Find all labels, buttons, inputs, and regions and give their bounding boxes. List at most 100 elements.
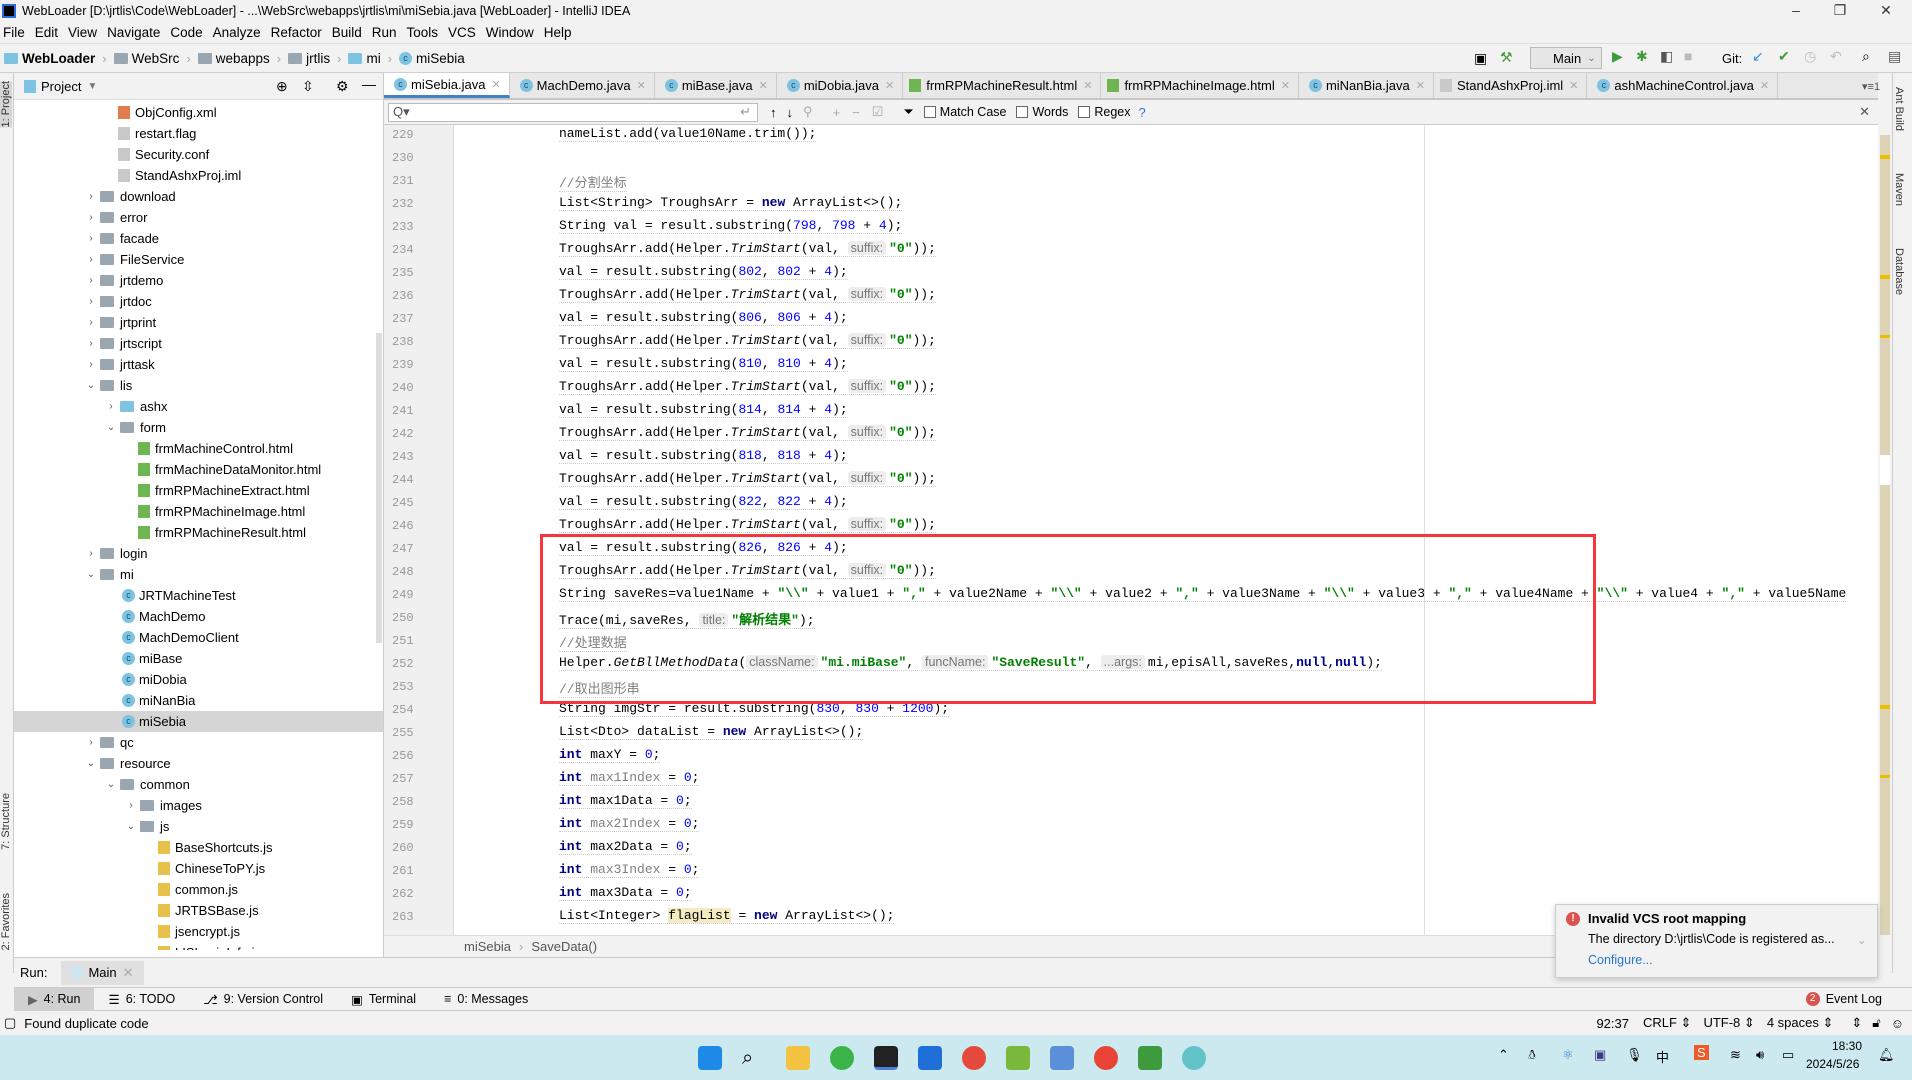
configure-link[interactable]: Configure... [1588, 953, 1867, 967]
tree-item[interactable]: Security.conf [14, 144, 383, 165]
collapse-all-icon[interactable]: ⇳ [302, 78, 314, 95]
chevron-down-icon[interactable]: ⌄ [84, 758, 98, 769]
wifi-icon[interactable]: ≋ [1730, 1047, 1741, 1063]
tool-terminal[interactable]: ▣ Terminal [337, 988, 430, 1011]
find-all-icon[interactable]: ⚲ [803, 104, 813, 120]
tree-item[interactable]: common.js [14, 879, 383, 900]
inspector-icon[interactable]: ☺ [1891, 1016, 1904, 1031]
editor-tab[interactable]: c MachDemo.java ✕ [510, 73, 655, 98]
editor-tab[interactable]: frmRPMachineImage.html ✕ [1101, 73, 1299, 98]
chevron-right-icon[interactable]: › [84, 317, 98, 328]
code-line[interactable]: val = result.substring(818, 818 + 4); [559, 448, 848, 464]
volume-icon[interactable]: 🔊︎ [1756, 1047, 1764, 1063]
chevron-down-icon[interactable]: ⌄ [104, 422, 118, 433]
code-line[interactable]: int max2Data = 0; [559, 839, 692, 855]
menu-edit[interactable]: Edit [32, 25, 65, 40]
chevron-down-icon[interactable]: ⌄ [124, 821, 138, 832]
add-selection-icon[interactable]: + [833, 105, 841, 120]
microphone-icon[interactable]: 🎙︎ [1626, 1047, 1643, 1063]
tree-item[interactable]: › jrttask [14, 354, 383, 375]
tree-item[interactable]: restart.flag [14, 123, 383, 144]
tree-item[interactable]: › jrtscript [14, 333, 383, 354]
menu-window[interactable]: Window [483, 25, 541, 40]
code-line[interactable]: int max1Data = 0; [559, 793, 692, 809]
code-line[interactable]: TroughsArr.add(Helper.TrimStart(val, suf… [559, 517, 936, 533]
project-view-select[interactable]: Project [41, 79, 81, 94]
chevron-right-icon[interactable]: › [84, 233, 98, 244]
database-side-tab[interactable]: Database [1893, 248, 1905, 295]
app-icon[interactable] [962, 1046, 986, 1070]
tray-app-icon[interactable]: ⚛ [1562, 1047, 1574, 1063]
chevron-right-icon[interactable]: › [104, 401, 118, 412]
tree-item[interactable]: c MachDemoClient [14, 627, 383, 648]
close-tab-icon[interactable]: ✕ [1760, 79, 1769, 92]
chevron-right-icon[interactable]: › [84, 296, 98, 307]
line-separator-select[interactable]: CRLF ⇕ [1643, 1015, 1691, 1031]
tray-overflow-icon[interactable]: ⌃ [1498, 1047, 1509, 1063]
tree-item[interactable]: › qc [14, 732, 383, 753]
code-editor[interactable]: 229 230 231 232 233 234 235 236 237 238 239 240 241 2… [384, 125, 1878, 935]
crumb-misebia[interactable]: c miSebia [395, 51, 465, 66]
chevron-right-icon[interactable]: › [84, 548, 98, 559]
maximize-button[interactable]: ❐ [1820, 2, 1860, 19]
tray-app-icon[interactable]: ▣ [1594, 1047, 1606, 1063]
tool-messages[interactable]: ≡ 0: Messages [430, 988, 542, 1011]
tree-item[interactable]: › jrtdoc [14, 291, 383, 312]
regex-help-link[interactable]: ? [1139, 105, 1146, 120]
file-explorer-icon[interactable] [786, 1046, 810, 1070]
editor-scrollbar[interactable] [1878, 125, 1892, 935]
sogou-icon[interactable]: S [1694, 1045, 1709, 1060]
revert-icon[interactable]: ↶ [1830, 48, 1842, 65]
next-occurrence-icon[interactable]: ↓ [787, 105, 794, 120]
tree-item[interactable]: frmRPMachineImage.html [14, 501, 383, 522]
tree-item[interactable]: › images [14, 795, 383, 816]
close-tab-icon[interactable]: ✕ [1416, 79, 1425, 92]
chevron-right-icon[interactable]: › [84, 275, 98, 286]
clock-time[interactable]: 18:30 [1832, 1039, 1862, 1053]
code-line[interactable]: int max3Index = 0; [559, 862, 700, 878]
tree-item[interactable]: ChineseToPY.js [14, 858, 383, 879]
project-side-tab[interactable]: 1: Project [0, 81, 12, 128]
tree-item[interactable]: LISLoginInfo.js [14, 942, 383, 950]
clock-date[interactable]: 2024/5/26 [1806, 1057, 1859, 1071]
words-checkbox[interactable]: Words [1016, 105, 1068, 119]
code-line[interactable]: int max1Index = 0; [559, 770, 700, 786]
code-line[interactable]: TroughsArr.add(Helper.TrimStart(val, suf… [559, 287, 936, 303]
code-line[interactable]: val = result.substring(814, 814 + 4); [559, 402, 848, 418]
previous-occurrence-icon[interactable]: ↑ [770, 105, 777, 120]
menu-navigate[interactable]: Navigate [104, 25, 167, 40]
menu-analyze[interactable]: Analyze [210, 25, 268, 40]
code-line[interactable]: val = result.substring(806, 806 + 4); [559, 310, 848, 326]
tab-list-icon[interactable]: ▾≡1 [1862, 80, 1880, 93]
tree-scrollbar[interactable] [376, 333, 382, 643]
store-icon[interactable] [918, 1046, 942, 1070]
regex-checkbox[interactable]: Regex [1078, 105, 1131, 119]
code-line[interactable]: val = result.substring(802, 802 + 4); [559, 264, 848, 280]
close-button[interactable]: ✕ [1866, 2, 1906, 19]
tree-item[interactable]: › login [14, 543, 383, 564]
filter-icon[interactable]: ⏷ [903, 104, 913, 120]
menu-vcs[interactable]: VCS [445, 25, 483, 40]
tree-item[interactable]: c miNanBia [14, 690, 383, 711]
tool-todo[interactable]: ☰ 6: TODO [94, 988, 189, 1011]
git-branch-select[interactable]: ⇕ [1851, 1015, 1862, 1031]
chevron-right-icon[interactable]: › [84, 737, 98, 748]
tree-item[interactable]: › facade [14, 228, 383, 249]
chevron-right-icon[interactable]: › [84, 359, 98, 370]
search-icon[interactable]: ⌕ [742, 1046, 766, 1070]
code-line[interactable]: int maxY = 0; [559, 747, 661, 763]
qq-icon[interactable]: 🐧︎ [1528, 1047, 1536, 1064]
close-find-icon[interactable]: ✕ [1859, 104, 1870, 120]
tree-item[interactable]: ⌄ resource [14, 753, 383, 774]
code-line[interactable]: TroughsArr.add(Helper.TrimStart(val, suf… [559, 425, 936, 441]
close-tab-icon[interactable]: ✕ [885, 79, 894, 92]
tree-item[interactable]: frmRPMachineExtract.html [14, 480, 383, 501]
tree-item[interactable]: frmMachineDataMonitor.html [14, 459, 383, 480]
run-config-select[interactable]: Main ⌄ [1530, 47, 1602, 69]
app-icon[interactable] [1006, 1046, 1030, 1070]
lock-icon[interactable]: 🔓︎ [1872, 1015, 1880, 1031]
app-icon[interactable] [1182, 1046, 1206, 1070]
hide-panel-icon[interactable]: — [362, 76, 376, 92]
close-run-tab-icon[interactable]: ✕ [123, 965, 134, 981]
menu-view[interactable]: View [65, 25, 104, 40]
